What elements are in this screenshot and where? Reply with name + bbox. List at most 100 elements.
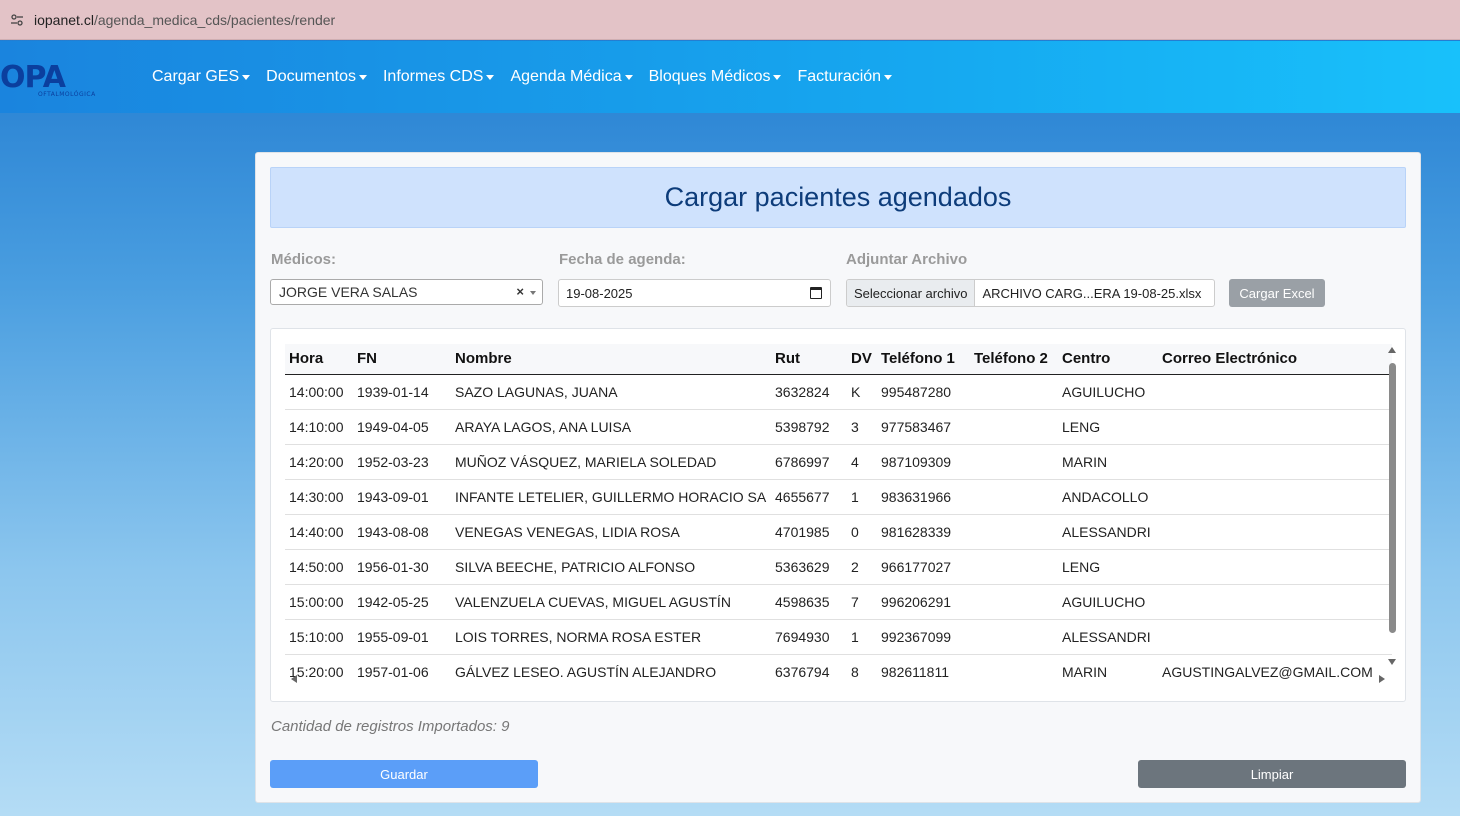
top-navbar: OPA OFTALMOLÓGICA Cargar GES Documentos … [0, 41, 1460, 113]
nav-item-label: Informes CDS [382, 68, 484, 85]
import-count-text: Cantidad de registros Importados: 9 [271, 718, 510, 735]
fecha-label: Fecha de agenda: [559, 251, 686, 268]
column-header: Hora [285, 344, 353, 375]
table-cell: 4598635 [771, 584, 847, 620]
vertical-scrollbar[interactable] [1388, 347, 1397, 667]
table-row[interactable]: 14:30:00 1943-09-01 INFANTE LETELIER, GUIL… [285, 479, 1392, 515]
table-cell: 6376794 [771, 654, 847, 686]
scrollbar-thumb[interactable] [1389, 363, 1396, 633]
table-row[interactable]: 14:50:00 1956-01-30 SILVA BEECHE, PATRICIO… [285, 549, 1392, 585]
table-cell [970, 654, 1058, 686]
nav-item-label: Cargar GES [152, 68, 240, 85]
caret-down-icon [624, 74, 633, 80]
table-cell [1158, 374, 1392, 410]
table-cell: 4 [847, 444, 877, 480]
column-header: DV [847, 344, 877, 375]
table-body: 14:00:00 1939-01-14 SAZO LAGUNAS, JUANA 363… [285, 374, 1392, 686]
table-cell: VALENZUELA CUEVAS, MIGUEL AGUSTÍN [451, 584, 771, 620]
browser-url-bar[interactable]: iopanet.cl/agenda_medica_cds/pacientes/r… [0, 0, 1460, 40]
select-file-button[interactable]: Seleccionar archivo [847, 280, 976, 306]
nav-item-facturacion[interactable]: Facturación [797, 68, 893, 86]
table-cell: 1952-03-23 [353, 444, 451, 480]
load-excel-button[interactable]: Cargar Excel [1229, 279, 1325, 307]
table-cell: VENEGAS VENEGAS, LIDIA ROSA [451, 514, 771, 550]
scroll-left-arrow-icon[interactable] [291, 675, 297, 683]
clear-button[interactable]: Limpiar [1138, 760, 1406, 788]
nav-item-cargar-ges[interactable]: Cargar GES [152, 68, 251, 86]
table-cell: AGUILUCHO [1058, 374, 1158, 410]
caret-down-icon [358, 74, 367, 80]
table-cell: 0 [847, 514, 877, 550]
caret-down-icon [486, 74, 495, 80]
table-cell: 5363629 [771, 549, 847, 585]
main-card: Cargar pacientes agendados Médicos: Fech… [255, 152, 1421, 803]
table-row[interactable]: 15:20:00 1957-01-06 GÁLVEZ LESEO. AGUSTÍN … [285, 654, 1392, 686]
table-cell: 3 [847, 409, 877, 445]
table-cell: 14:40:00 [285, 514, 353, 550]
save-button[interactable]: Guardar [270, 760, 538, 788]
nav-item-documentos[interactable]: Documentos [266, 68, 367, 86]
nav-item-informes-cds[interactable]: Informes CDS [382, 68, 495, 86]
medicos-select[interactable]: JORGE VERA SALAS × [270, 279, 543, 305]
table-cell: 1942-05-25 [353, 584, 451, 620]
table-cell: 7 [847, 584, 877, 620]
scroll-right-arrow-icon[interactable] [1379, 675, 1385, 683]
table-cell [1158, 514, 1392, 550]
archivo-label: Adjuntar Archivo [846, 251, 968, 268]
table-cell [970, 514, 1058, 550]
table-cell: 6786997 [771, 444, 847, 480]
nav-item-bloques-medicos[interactable]: Bloques Médicos [649, 68, 782, 86]
table-cell: MARIN [1058, 654, 1158, 686]
fecha-date-input[interactable]: 19-08-2025 [558, 279, 831, 307]
table-cell: 14:10:00 [285, 409, 353, 445]
table-cell: LOIS TORRES, NORMA ROSA ESTER [451, 619, 771, 655]
table-scroll-area[interactable]: Hora FN Nombre Rut DV Teléfono 1 Teléfono 2 Cen… [285, 344, 1392, 686]
table-cell [970, 444, 1058, 480]
table-row[interactable]: 14:00:00 1939-01-14 SAZO LAGUNAS, JUANA 363… [285, 374, 1392, 410]
table-row[interactable]: 14:40:00 1943-08-08 VENEGAS VENEGAS, LIDIA… [285, 514, 1392, 550]
table-cell: 14:00:00 [285, 374, 353, 410]
column-header: FN [353, 344, 451, 375]
clear-selection-icon[interactable]: × [516, 284, 524, 299]
table-cell [1158, 444, 1392, 480]
calendar-icon[interactable] [810, 287, 822, 299]
chevron-down-icon[interactable] [530, 291, 536, 295]
file-input[interactable]: Seleccionar archivo ARCHIVO CARG...ERA 1… [846, 279, 1215, 307]
table-row[interactable]: 14:20:00 1952-03-23 MUÑOZ VÁSQUEZ, MARIELA… [285, 444, 1392, 480]
patients-table: Hora FN Nombre Rut DV Teléfono 1 Teléfono 2 Cen… [285, 344, 1392, 686]
table-cell: 977583467 [877, 409, 970, 445]
table-cell: 1949-04-05 [353, 409, 451, 445]
table-cell: 992367099 [877, 619, 970, 655]
url-path: /agenda_medica_cds/pacientes/render [93, 11, 336, 28]
table-row[interactable]: 15:10:00 1955-09-01 LOIS TORRES, NORMA ROS… [285, 619, 1392, 655]
table-row[interactable]: 14:10:00 1949-04-05 ARAYA LAGOS, ANA LUISA… [285, 409, 1392, 445]
logo[interactable]: OPA OFTALMOLÓGICA [0, 63, 95, 99]
table-cell: 966177027 [877, 549, 970, 585]
table-cell: 5398792 [771, 409, 847, 445]
table-cell [1158, 409, 1392, 445]
site-settings-icon[interactable] [8, 11, 26, 29]
scroll-up-arrow-icon[interactable] [1388, 347, 1396, 353]
table-cell: 1957-01-06 [353, 654, 451, 686]
table-cell: K [847, 374, 877, 410]
table-cell: LENG [1058, 409, 1158, 445]
nav-item-label: Bloques Médicos [648, 68, 771, 85]
nav-menu: Cargar GES Documentos Informes CDS Agend… [152, 41, 908, 113]
table-cell: ALESSANDRI [1058, 514, 1158, 550]
table-cell [970, 374, 1058, 410]
column-header: Correo Electrónico [1158, 344, 1392, 375]
patients-table-container: Hora FN Nombre Rut DV Teléfono 1 Teléfono 2 Cen… [270, 328, 1406, 702]
column-header: Nombre [451, 344, 771, 375]
table-cell: AGUSTINGALVEZ@GMAIL.COM [1158, 654, 1392, 686]
table-cell [1158, 619, 1392, 655]
table-cell: SILVA BEECHE, PATRICIO ALFONSO [451, 549, 771, 585]
table-cell: 1956-01-30 [353, 549, 451, 585]
nav-item-agenda-medica[interactable]: Agenda Médica [510, 68, 633, 86]
table-cell: 995487280 [877, 374, 970, 410]
table-cell: 1 [847, 479, 877, 515]
table-cell: 8 [847, 654, 877, 686]
scroll-down-arrow-icon[interactable] [1388, 659, 1396, 665]
table-row[interactable]: 15:00:00 1942-05-25 VALENZUELA CUEVAS, MIG… [285, 584, 1392, 620]
table-cell [1158, 549, 1392, 585]
table-cell: LENG [1058, 549, 1158, 585]
